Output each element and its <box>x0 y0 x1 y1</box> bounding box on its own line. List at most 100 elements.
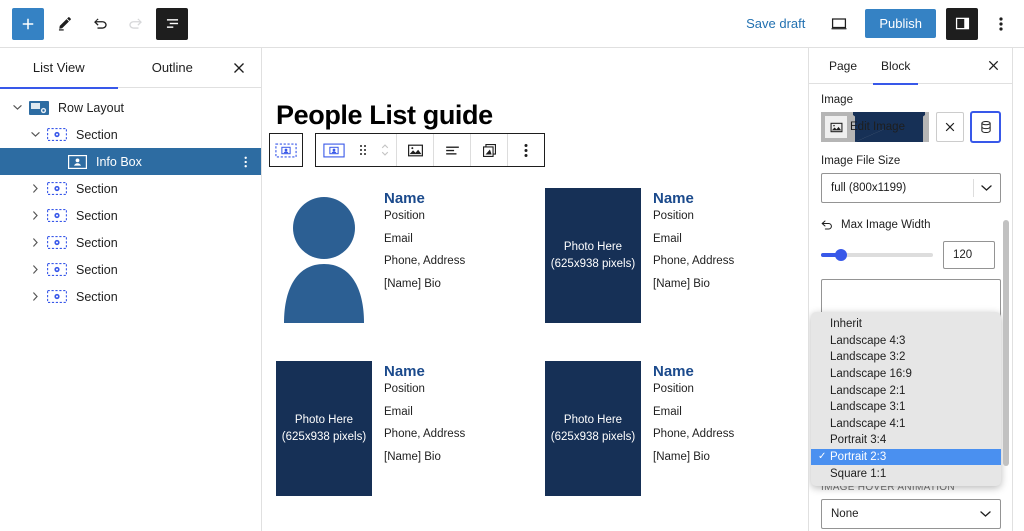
image-section-label: Image <box>821 94 853 106</box>
photo-placeholder-line1: Photo Here <box>294 414 354 427</box>
tab-outline[interactable]: Outline <box>118 48 228 88</box>
photo-placeholder[interactable]: Photo Here (625x938 pixels) <box>545 361 641 496</box>
photo-placeholder[interactable]: Photo Here (625x938 pixels) <box>276 361 372 496</box>
tab-block[interactable]: Block <box>869 48 922 85</box>
block-tree-label: Section <box>76 235 118 250</box>
dropdown-option[interactable]: Square 1:1 <box>811 465 1001 482</box>
dropdown-option-label: Portrait 3:4 <box>830 434 887 447</box>
chevron-collapsed-icon[interactable] <box>24 184 46 193</box>
slider-thumb[interactable] <box>835 249 847 261</box>
save-draft-button[interactable]: Save draft <box>738 10 813 37</box>
block-type-button[interactable] <box>316 134 352 166</box>
max-width-control-row: 120 <box>821 241 1000 269</box>
person-position: Position <box>653 210 694 222</box>
max-width-slider[interactable] <box>821 249 933 261</box>
person-name: Name <box>384 363 425 380</box>
dropdown-option[interactable]: Landscape 3:2 <box>811 349 1001 366</box>
person-card-info: Name Position Email Phone, Address [Name] Bi… <box>384 361 465 496</box>
block-tree-row-section[interactable]: Section <box>0 202 261 229</box>
block-tree-row-section[interactable]: Section <box>0 121 261 148</box>
image-settings-button[interactable] <box>397 134 433 166</box>
preview-button[interactable] <box>823 8 855 40</box>
info-box-icon <box>66 154 88 170</box>
image-icon <box>825 116 847 138</box>
more-options-button[interactable] <box>988 8 1014 40</box>
photo-placeholder-line1: Photo Here <box>563 414 623 427</box>
chevron-collapsed-icon[interactable] <box>24 211 46 220</box>
photo-placeholder-line2: (625x938 pixels) <box>281 430 367 443</box>
move-updown-button[interactable] <box>374 134 396 166</box>
chevron-expanded-icon[interactable] <box>24 131 46 138</box>
block-tree-row-section[interactable]: Section <box>0 283 261 310</box>
redo-button[interactable] <box>120 8 152 40</box>
hover-animation-select[interactable]: None <box>821 499 1001 529</box>
file-size-label: Image File Size <box>821 155 901 167</box>
person-email: Email <box>384 232 413 245</box>
dropdown-option[interactable]: Landscape 4:3 <box>811 333 1001 350</box>
photo-placeholder-line1: Photo Here <box>563 241 623 254</box>
dropdown-option[interactable]: Landscape 3:1 <box>811 399 1001 416</box>
selected-block-indicator[interactable] <box>269 133 303 167</box>
person-card[interactable]: Photo Here (625x938 pixels) Name Position Em… <box>276 361 527 496</box>
max-width-input[interactable]: 120 <box>943 241 995 269</box>
reset-arrow-icon[interactable] <box>821 220 833 230</box>
edit-tool-button[interactable] <box>48 8 80 40</box>
block-tree-options-button[interactable] <box>240 155 252 169</box>
block-tree-row-row-layout[interactable]: Row Layout <box>0 94 261 121</box>
info-box-block-icon <box>275 143 297 157</box>
person-card[interactable]: Photo Here (625x938 pixels) Name Position Em… <box>545 188 796 323</box>
remove-image-button[interactable] <box>935 112 965 142</box>
duplicate-button[interactable] <box>471 134 507 166</box>
person-card[interactable]: Photo Here (625x938 pixels) Name Position Em… <box>545 361 796 496</box>
dropdown-option[interactable]: Landscape 2:1 <box>811 382 1001 399</box>
aspect-ratio-dropdown-menu[interactable]: Inherit Landscape 4:3 Landscape 3:2 Landsca… <box>811 312 1001 486</box>
tab-list-view[interactable]: List View <box>0 48 118 89</box>
chevron-collapsed-icon[interactable] <box>24 292 46 301</box>
section-icon <box>46 181 68 197</box>
kebab-menu-icon <box>524 143 528 157</box>
undo-button[interactable] <box>84 8 116 40</box>
block-options-button[interactable] <box>508 134 544 166</box>
block-tree-row-section[interactable]: Section <box>0 175 261 202</box>
person-name: Name <box>384 190 425 207</box>
dropdown-option[interactable]: Inherit <box>811 316 1001 333</box>
edit-image-button[interactable]: Edit Image <box>821 112 929 142</box>
settings-sidebar-button[interactable] <box>946 7 978 40</box>
publish-button[interactable]: Publish <box>865 9 936 38</box>
chevron-expanded-icon[interactable] <box>6 104 28 111</box>
info-box-block-icon <box>323 143 345 157</box>
block-tree-row-section[interactable]: Section <box>0 229 261 256</box>
dropdown-option[interactable]: Landscape 4:1 <box>811 416 1001 433</box>
image-file-size-select[interactable]: full (800x1199) <box>821 173 1001 203</box>
list-view-button[interactable] <box>156 7 188 40</box>
chevron-collapsed-icon[interactable] <box>24 265 46 274</box>
media-library-button[interactable] <box>971 112 1000 142</box>
photo-placeholder[interactable]: Photo Here (625x938 pixels) <box>545 188 641 323</box>
block-tree-row-info-box[interactable]: Info Box <box>0 148 261 175</box>
list-view-icon <box>166 19 178 28</box>
kebab-menu-icon <box>999 16 1003 31</box>
avatar-placeholder-icon <box>276 188 372 323</box>
drag-dots-icon <box>360 145 366 155</box>
dropdown-option[interactable]: ✓ Portrait 2:3 <box>811 448 1001 466</box>
align-button[interactable] <box>434 134 470 166</box>
inspector-scrollbar[interactable] <box>1003 220 1009 466</box>
drag-handle[interactable] <box>352 134 374 166</box>
close-list-view-button[interactable] <box>227 56 251 80</box>
page-title[interactable]: People List guide <box>276 100 493 131</box>
editor-canvas[interactable]: People List guide Name Position Email Ph… <box>262 48 808 531</box>
person-phone-address: Phone, Address <box>384 255 466 267</box>
block-tree-row-section[interactable]: Section <box>0 256 261 283</box>
dropdown-option-label: Landscape 3:1 <box>830 401 906 414</box>
close-inspector-button[interactable] <box>982 55 1004 77</box>
settings-sidebar-icon <box>955 17 969 30</box>
dropdown-option-label: Square 1:1 <box>830 467 887 480</box>
dropdown-option[interactable]: Landscape 16:9 <box>811 366 1001 383</box>
person-card[interactable]: Name Position Email Phone, Address [Name] Bi… <box>276 188 527 323</box>
chevron-collapsed-icon[interactable] <box>24 238 46 247</box>
max-width-label: Max Image Width <box>841 219 931 231</box>
person-card-info: Name Position Email Phone, Address [Name] Bi… <box>384 188 465 323</box>
tab-page[interactable]: Page <box>817 48 869 84</box>
dropdown-option[interactable]: Portrait 3:4 <box>811 432 1001 449</box>
add-block-button[interactable] <box>12 7 44 40</box>
